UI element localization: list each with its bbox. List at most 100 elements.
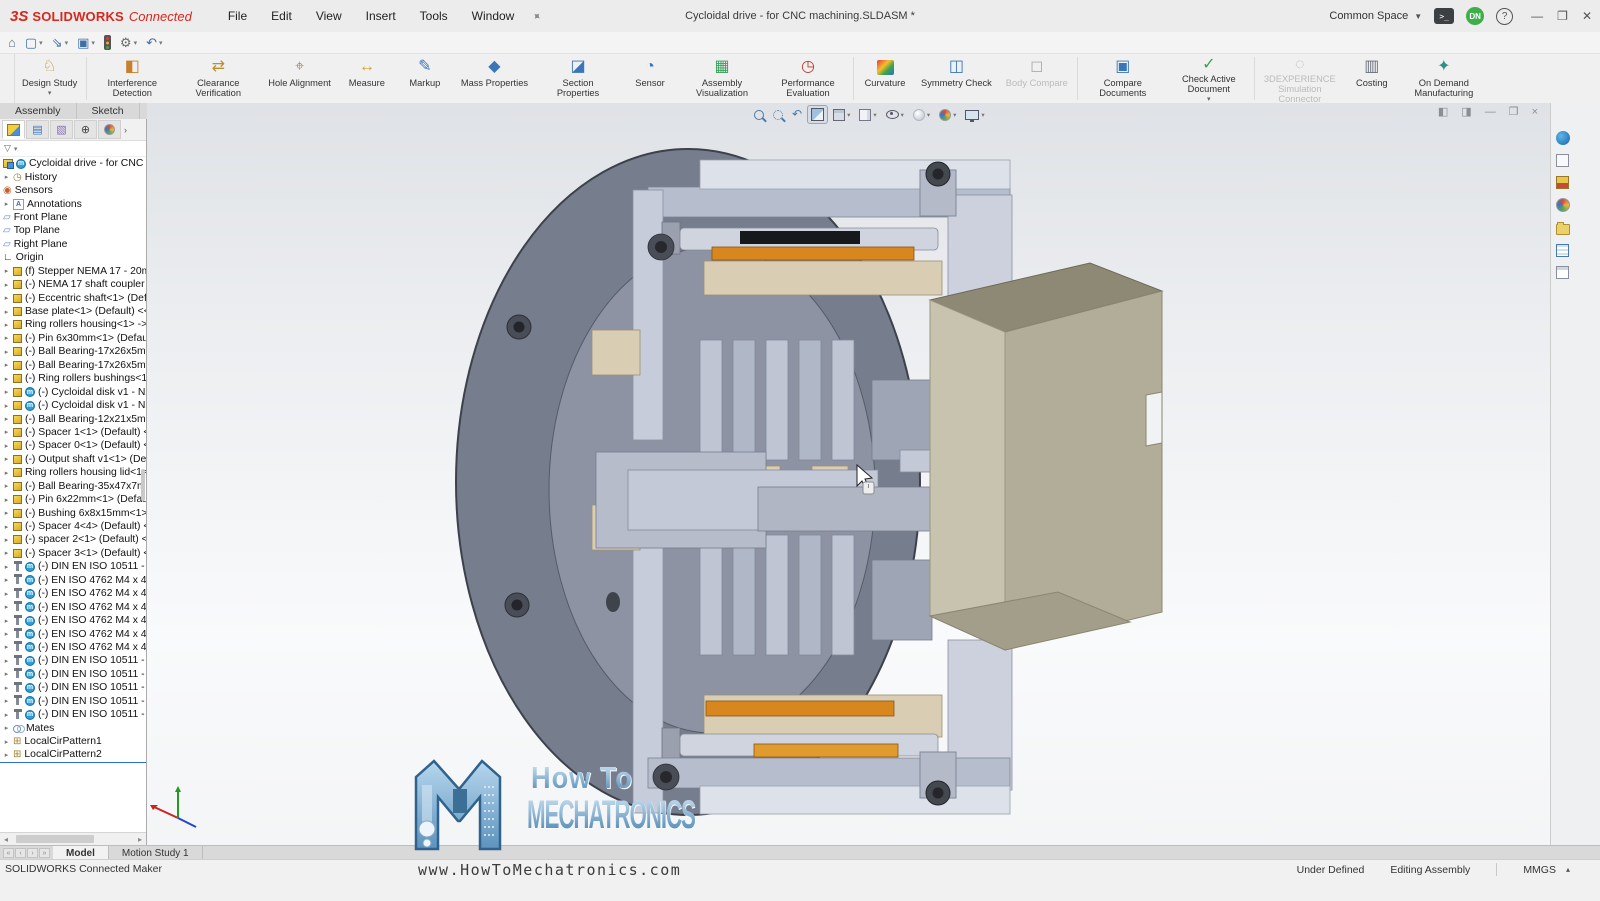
tree-item[interactable]: ▸ Annotations xyxy=(0,197,146,210)
more-tabs-chevron-icon[interactable]: › xyxy=(124,125,127,135)
tree-item[interactable]: ▸ (-) Eccentric shaft<1> (Default) << xyxy=(0,291,146,304)
menu-item[interactable]: File xyxy=(228,9,247,23)
options-button[interactable]: ⚙ ▾ xyxy=(120,36,137,49)
tree-item[interactable]: ▸ m (-) EN ISO 4762 M4 x 40 - 20N xyxy=(0,641,146,654)
ribbon-tool[interactable]: ◷ Performance Evaluation xyxy=(765,54,851,103)
new-document-button[interactable]: ▢ ▾ xyxy=(25,36,43,49)
expand-arrow-icon[interactable]: ▸ xyxy=(3,603,10,611)
expand-arrow-icon[interactable]: ▸ xyxy=(3,200,10,208)
tree-item[interactable]: ▸ (-) Spacer 4<4> (Default) <<Defau xyxy=(0,520,146,533)
hide-show-items-button[interactable]: ▾ xyxy=(883,108,907,121)
expand-arrow-icon[interactable]: ▸ xyxy=(3,590,10,598)
ribbon-tool[interactable]: ◧ Interference Detection xyxy=(89,54,175,103)
help-icon[interactable]: ? xyxy=(1496,8,1513,25)
workspace-selector[interactable]: Common Space ▼ xyxy=(1329,10,1422,22)
user-avatar[interactable]: DN xyxy=(1466,7,1484,25)
expand-arrow-icon[interactable]: ▸ xyxy=(3,549,10,557)
tree-item[interactable]: ▸ m (-) EN ISO 4762 M4 x 40 - 20N xyxy=(0,587,146,600)
tree-vertical-scrollbar[interactable] xyxy=(141,469,145,501)
tab-sketch[interactable]: Sketch xyxy=(77,103,140,119)
expand-arrow-icon[interactable]: ▸ xyxy=(3,684,10,692)
model-tab[interactable]: Model xyxy=(53,846,109,860)
expand-arrow-icon[interactable]: ▸ xyxy=(3,738,10,746)
expand-arrow-icon[interactable]: ▸ xyxy=(3,267,10,275)
tab-assembly[interactable]: Assembly xyxy=(0,103,77,119)
menu-item[interactable]: Insert xyxy=(366,9,396,23)
tree-item[interactable]: ▸ (-) Ball Bearing-17x26x5mm<2> (E xyxy=(0,359,146,372)
tree-item[interactable]: ▸ (-) Ball Bearing-35x47x7mm<1> (E xyxy=(0,480,146,493)
stepper-motor[interactable] xyxy=(930,263,1162,650)
displaymanager-tab[interactable] xyxy=(98,120,121,139)
ribbon-tool[interactable]: ◻ Body Compare xyxy=(999,54,1075,103)
expand-arrow-icon[interactable]: ▸ xyxy=(3,415,10,423)
section-view-button[interactable] xyxy=(808,106,827,123)
doc-minimize-button[interactable]: — xyxy=(1485,106,1496,118)
tree-item[interactable]: ▸ m (-) EN ISO 4762 M4 x 40 - 20N xyxy=(0,627,146,640)
toolbox-icon[interactable] xyxy=(1556,176,1569,189)
ribbon-tool[interactable]: ⌖ Hole Alignment xyxy=(261,54,338,103)
tree-item[interactable]: ▸ (-) Ball Bearing-12x21x5mm<1> (E xyxy=(0,412,146,425)
chevron-down-icon[interactable]: ▾ xyxy=(873,111,876,119)
minimize-button[interactable]: — xyxy=(1531,9,1543,23)
collapse-left-pane-icon[interactable]: ◧ xyxy=(1438,105,1448,118)
tree-item[interactable]: ▸ (-) Spacer 1<1> (Default) <<Defau xyxy=(0,426,146,439)
tree-item[interactable]: ▸ History xyxy=(0,170,146,183)
tree-item[interactable]: Right Plane xyxy=(0,238,146,251)
tree-item[interactable]: ▸ (-) Ball Bearing-17x26x5mm<1> (E xyxy=(0,345,146,358)
expand-arrow-icon[interactable]: ▸ xyxy=(3,509,10,517)
tree-filter[interactable]: ▽ ▾ xyxy=(0,141,146,157)
expand-arrow-icon[interactable]: ▸ xyxy=(3,334,10,342)
ribbon-tool[interactable]: ◫ Symmetry Check xyxy=(914,54,999,103)
ribbon-tool[interactable]: ◔ Sensor xyxy=(621,54,679,103)
motion-study-tab[interactable]: Motion Study 1 xyxy=(109,846,203,860)
previous-view-button[interactable] xyxy=(789,106,805,123)
tab-nav-button[interactable]: › xyxy=(27,848,38,858)
tree-item[interactable]: ▸ Ring rollers housing<1> ->? (Defa xyxy=(0,318,146,331)
chevron-down-icon[interactable]: ▾ xyxy=(847,111,850,119)
expand-arrow-icon[interactable]: ▸ xyxy=(3,536,10,544)
expand-arrow-icon[interactable]: ▸ xyxy=(3,173,10,181)
tree-item[interactable]: ▸ Ring rollers housing lid<1> (Defau xyxy=(0,466,146,479)
expand-arrow-icon[interactable]: ▸ xyxy=(3,496,10,504)
tree-item[interactable]: ▸ (-) NEMA 17 shaft coupler v2<1> ( xyxy=(0,278,146,291)
expand-arrow-icon[interactable]: ▸ xyxy=(3,469,10,477)
apply-scene-button[interactable]: ▾ xyxy=(936,107,959,123)
expand-arrow-icon[interactable]: ▸ xyxy=(3,617,10,625)
chevron-down-icon[interactable]: ▾ xyxy=(927,111,930,119)
tree-item[interactable]: ▸ LocalCirPattern1 xyxy=(0,735,146,748)
tree-item[interactable]: ▸ (f) Stepper NEMA 17 - 20mm shaf xyxy=(0,265,146,278)
tree-item[interactable]: ▸ m (-) DIN EN ISO 10511 - M4 - N xyxy=(0,654,146,667)
featuremanager-tree-tab[interactable] xyxy=(2,120,25,139)
tree-item[interactable]: ▸ (-) Output shaft v1<1> (Default) < xyxy=(0,453,146,466)
ribbon-tool[interactable]: ◆ Mass Properties xyxy=(454,54,535,103)
chevron-down-icon[interactable]: ▾ xyxy=(134,39,138,47)
collapse-right-pane-icon[interactable]: ◨ xyxy=(1461,105,1471,118)
tree-item[interactable]: ▸ m (-) DIN EN ISO 10511 - M4 - N xyxy=(0,695,146,708)
zoom-to-area-button[interactable] xyxy=(770,108,786,122)
tree-item[interactable]: ▸ (-) Pin 6x22mm<1> (Default) <<D xyxy=(0,493,146,506)
rebuild-button[interactable] xyxy=(104,35,111,50)
expand-arrow-icon[interactable]: ▸ xyxy=(3,455,10,463)
terminal-icon[interactable]: >_ xyxy=(1434,8,1454,24)
expand-arrow-icon[interactable]: ▸ xyxy=(3,402,10,410)
tree-item[interactable]: ▸ m (-) DIN EN ISO 10511 - M4 - N xyxy=(0,681,146,694)
close-button[interactable]: ✕ xyxy=(1582,9,1592,23)
tab-nav-button[interactable]: « xyxy=(3,848,14,858)
chevron-down-icon[interactable]: ▾ xyxy=(91,39,95,47)
ribbon-tool[interactable]: ↔ Measure xyxy=(338,54,396,103)
expand-arrow-icon[interactable]: ▸ xyxy=(3,482,10,490)
expand-arrow-icon[interactable]: ▸ xyxy=(3,711,10,719)
restore-button[interactable]: ❐ xyxy=(1557,9,1568,23)
chevron-down-icon[interactable]: ▾ xyxy=(981,111,984,119)
appearances-icon[interactable] xyxy=(1556,198,1570,212)
scroll-left-icon[interactable]: ◂ xyxy=(0,835,12,844)
view-palette-icon[interactable] xyxy=(1556,244,1569,257)
display-style-button[interactable]: ▾ xyxy=(856,107,879,123)
tree-item[interactable]: ▸ m (-) Cycloidal disk v1 - N20-Rr4 xyxy=(0,399,146,412)
graphics-viewport[interactable]: ▾ ▾ ▾ ▾ ▾ ▾ xyxy=(147,103,1550,845)
tree-item[interactable]: ▸ m (-) Cycloidal disk v1 - N20-Rr4 xyxy=(0,385,146,398)
chevron-down-icon[interactable]: ▾ xyxy=(39,39,43,47)
tree-item[interactable]: ▸ (-) Pin 6x30mm<1> (Default) <<D xyxy=(0,332,146,345)
chevron-down-icon[interactable]: ▾ xyxy=(159,39,163,47)
chevron-down-icon[interactable]: ▾ xyxy=(14,145,18,153)
